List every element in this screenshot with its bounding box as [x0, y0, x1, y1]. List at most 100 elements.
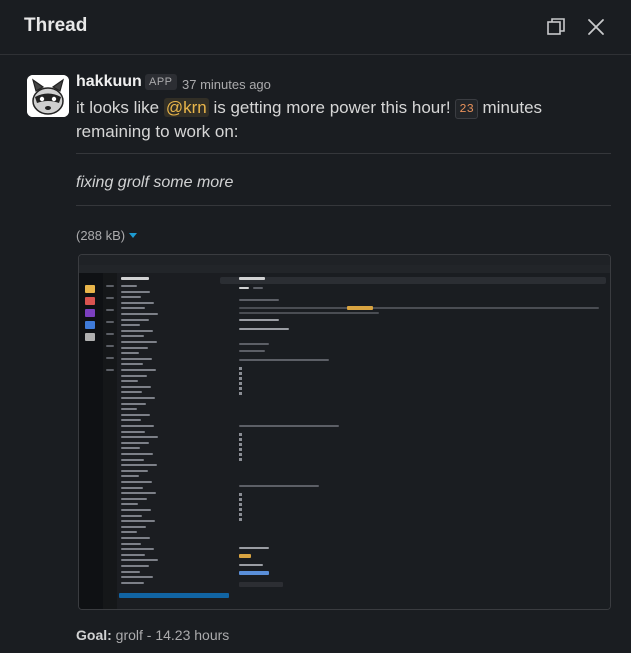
attachment-nav-item: [106, 309, 114, 311]
attachment-code-token: [347, 306, 373, 310]
attachment-text: [239, 564, 263, 566]
attachment-nav-item: [106, 345, 114, 347]
attachment-text: [239, 307, 599, 309]
attachment-selected-item: [119, 593, 229, 598]
minutes-remaining-code: 23: [455, 99, 478, 119]
attachment-bar-mark: [239, 367, 242, 370]
attachment-bar-mark: [239, 382, 242, 385]
attachment-titlebar: [79, 255, 610, 265]
attachment-bar-mark: [239, 377, 242, 380]
attachment-bar-mark: [239, 433, 242, 436]
attachment-bar-mark: [239, 458, 242, 461]
attachment-bar-mark: [239, 493, 242, 496]
attachment-text: [239, 312, 379, 314]
expand-window-icon: [547, 18, 565, 35]
attachment-channel-item: [121, 486, 143, 489]
user-mention[interactable]: @krn: [163, 98, 209, 117]
attachment-channel-item: [121, 296, 141, 299]
attachment-bar-mark: [239, 518, 242, 521]
attachment-channel-item: [121, 385, 151, 388]
attachment-nav-item: [106, 321, 114, 323]
attachment-bar-mark: [239, 503, 242, 506]
attachment-channel-item: [121, 497, 147, 500]
attachment-channel-item: [121, 520, 155, 523]
attachment-channel-item: [121, 425, 154, 427]
attachment-workspace-icon: [85, 321, 95, 329]
attachment-channel-item: [121, 341, 157, 343]
attachment-channel-item: [121, 436, 158, 439]
attachment-bar-mark: [239, 438, 242, 441]
close-button[interactable]: [583, 14, 609, 40]
attachment-channel-item: [121, 509, 151, 511]
attachment-pane-title: [239, 277, 265, 280]
attachment-text: [239, 547, 269, 549]
attachment-nav-item: [106, 285, 114, 287]
attachment-channel-item: [121, 464, 157, 467]
attachment-channel-item: [121, 514, 142, 517]
attachment-channel-item: [121, 290, 150, 293]
attachment-bar-mark: [239, 453, 242, 456]
attachment-channel-item: [121, 285, 137, 287]
attachment-channel-item: [121, 397, 155, 399]
sender-name[interactable]: hakkuun: [76, 73, 142, 91]
attachment-channel-item: [121, 324, 140, 327]
attachment-tab: [253, 287, 263, 289]
attachment-workspace-icon: [85, 333, 95, 341]
attachment-channel-item: [121, 542, 141, 545]
raccoon-avatar-icon: [27, 75, 69, 117]
attachment-text: [239, 425, 339, 427]
attachment-channel-item: [121, 329, 153, 332]
goal-line: Goal: grolf - 14.23 hours: [76, 627, 229, 643]
attachment-bar-mark: [239, 448, 242, 451]
attachment-bar-mark: [239, 392, 242, 395]
screenshot-attachment[interactable]: [78, 254, 611, 610]
attachment-channel-item: [121, 402, 146, 405]
attachment-channel-item: [121, 581, 144, 584]
attachment-search: [220, 277, 606, 284]
attachment-bar-mark: [239, 387, 242, 390]
attachment-channel-item: [121, 318, 149, 321]
chevron-down-icon[interactable]: [129, 233, 138, 238]
attachment-channel-item: [121, 453, 153, 455]
task-text: fixing grolf some more: [76, 174, 234, 191]
attachment-workspace-icon: [85, 309, 95, 317]
attachment-channel-item: [121, 525, 146, 528]
attachment-channel-item: [121, 313, 158, 315]
divider: [76, 153, 611, 154]
attachment-channel-item: [121, 537, 150, 539]
goal-label: Goal:: [76, 627, 112, 643]
attachment-channel-item: [121, 458, 144, 461]
attachment-channel-item: [121, 481, 152, 483]
attachment-channel-item: [121, 369, 156, 371]
message-timestamp[interactable]: 37 minutes ago: [182, 77, 271, 92]
attachment-channel-item: [121, 413, 150, 416]
attachment-channel-item: [121, 346, 148, 349]
attachment-channel-item: [121, 301, 154, 304]
attachment-channel-item: [121, 553, 145, 556]
attachment-nav-item: [106, 333, 114, 335]
attachment-text: [239, 359, 329, 361]
bot-avatar[interactable]: [27, 75, 69, 117]
attachment-menubar: [79, 265, 610, 273]
attachment-channel-item: [121, 441, 149, 444]
attachment-text: [239, 485, 319, 487]
attachment-workspace-icon: [85, 297, 95, 305]
attachment-text: [239, 328, 289, 330]
attachment-channel-header: [121, 277, 149, 280]
expand-button[interactable]: [543, 14, 569, 40]
attachment-tab: [239, 287, 249, 289]
attachment-channel-item: [121, 570, 140, 573]
file-size-label: (288 kB): [76, 228, 126, 243]
attachment-main-pane: [230, 273, 610, 609]
attachment-nav-item: [106, 369, 114, 371]
attachment-text: [239, 319, 279, 321]
close-icon: [588, 19, 604, 35]
attachment-text: [239, 350, 265, 352]
attachment-button: [239, 582, 283, 587]
attachment-channel-item: [121, 469, 148, 472]
file-size: (288 kB): [76, 228, 138, 243]
attachment-code-token: [239, 554, 251, 558]
divider: [76, 205, 611, 206]
attachment-bar-mark: [239, 443, 242, 446]
attachment-bar-mark: [239, 513, 242, 516]
